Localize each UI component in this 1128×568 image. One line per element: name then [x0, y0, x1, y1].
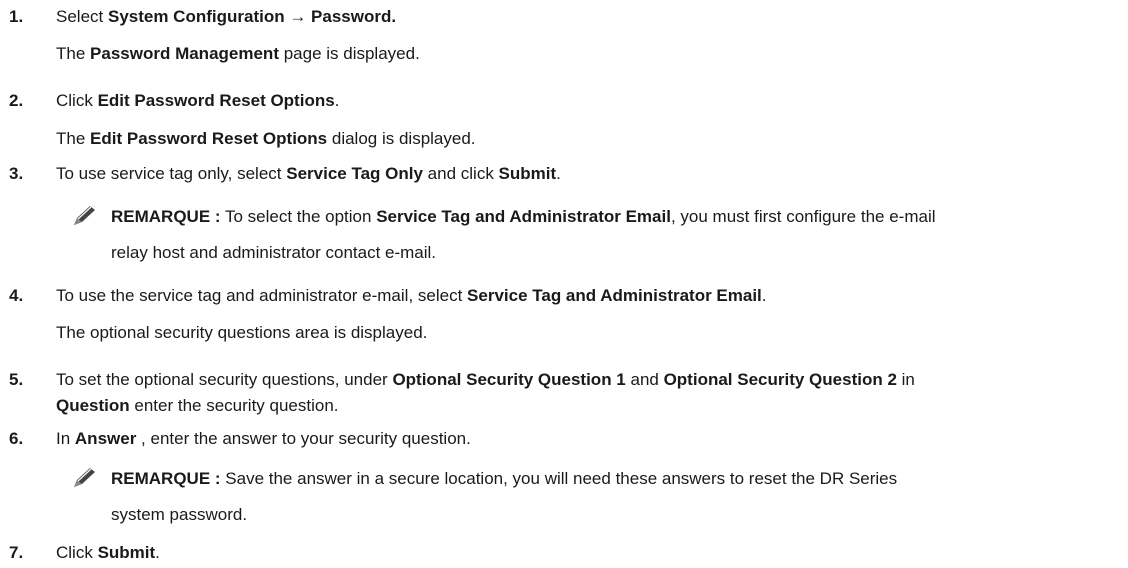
- step-6-text: In Answer , enter the answer to your sec…: [56, 428, 471, 450]
- field-name: Answer: [74, 429, 137, 448]
- note-2-line-1: REMARQUE : Save the answer in a secure l…: [111, 468, 897, 490]
- step-1-result: The Password Management page is displaye…: [56, 43, 420, 65]
- dialog-name: Edit Password Reset Options: [90, 129, 328, 148]
- step-5-text: To set the optional security questions, …: [56, 369, 915, 391]
- step-text: To use the service tag and administrator…: [56, 286, 468, 305]
- step-text: , enter the answer to your security ques…: [136, 429, 471, 448]
- result-text: The: [56, 129, 91, 148]
- note-text: To select the option: [220, 207, 377, 226]
- field-name: Question: [56, 396, 130, 415]
- pencil-icon: [71, 204, 97, 228]
- button-name: Submit: [97, 543, 156, 562]
- step-text: To set the optional security questions, …: [56, 370, 393, 389]
- note-1-line-1: REMARQUE : To select the option Service …: [111, 206, 936, 228]
- result-text: The: [56, 44, 91, 63]
- menu-path: System Configuration → Password.: [107, 7, 397, 26]
- step-text: and click: [422, 164, 499, 183]
- step-4-text: To use the service tag and administrator…: [56, 285, 767, 307]
- step-text: Click: [56, 543, 98, 562]
- step-text: in: [896, 370, 915, 389]
- step-text: In: [56, 429, 75, 448]
- button-name: Submit: [498, 164, 557, 183]
- step-number: 6.: [9, 429, 24, 448]
- step-number: 7.: [9, 543, 24, 562]
- page-name: Password Management: [90, 44, 279, 63]
- result-text: dialog is displayed.: [327, 129, 476, 148]
- step-number: 2.: [9, 91, 24, 110]
- step-number: 3.: [9, 164, 24, 183]
- step-1-text: Select System Configuration → Password.: [56, 6, 396, 28]
- note-label: REMARQUE :: [111, 469, 221, 488]
- option-name: Service Tag and Administrator Email: [376, 207, 671, 226]
- step-text: .: [761, 286, 767, 305]
- result-text: page is displayed.: [278, 44, 420, 63]
- field-name: Optional Security Question 1: [392, 370, 626, 389]
- step-2-result: The Edit Password Reset Options dialog i…: [56, 128, 476, 150]
- note-text: Save the answer in a secure location, yo…: [220, 469, 898, 488]
- note-2-line-2: system password.: [111, 505, 248, 524]
- step-5-line-2: Question enter the security question.: [56, 395, 339, 417]
- step-text: .: [155, 543, 160, 562]
- field-name: Optional Security Question 2: [663, 370, 897, 389]
- step-text: .: [334, 91, 340, 110]
- step-number: 4.: [9, 286, 24, 305]
- step-7-text: Click Submit.: [56, 542, 160, 564]
- pencil-icon: [71, 466, 97, 490]
- note-text: , you must first configure the e-mail: [670, 207, 936, 226]
- step-text: Click: [56, 91, 98, 110]
- step-3-text: To use service tag only, select Service …: [56, 163, 561, 185]
- step-4-result: The optional security questions area is …: [56, 323, 428, 342]
- option-name: Edit Password Reset Options: [97, 91, 335, 110]
- note-label: REMARQUE :: [111, 207, 221, 226]
- option-name: Service Tag Only: [286, 164, 423, 183]
- step-number: 5.: [9, 370, 24, 389]
- step-number: 1.: [9, 7, 24, 26]
- option-name: Service Tag and Administrator Email: [467, 286, 762, 305]
- step-text: .: [556, 164, 561, 183]
- note-1-line-2: relay host and administrator contact e-m…: [111, 243, 437, 262]
- step-text: enter the security question.: [129, 396, 339, 415]
- step-text: To use service tag only, select: [56, 164, 287, 183]
- step-text: Select: [56, 7, 108, 26]
- step-2-text: Click Edit Password Reset Options.: [56, 90, 339, 112]
- step-text: and: [625, 370, 664, 389]
